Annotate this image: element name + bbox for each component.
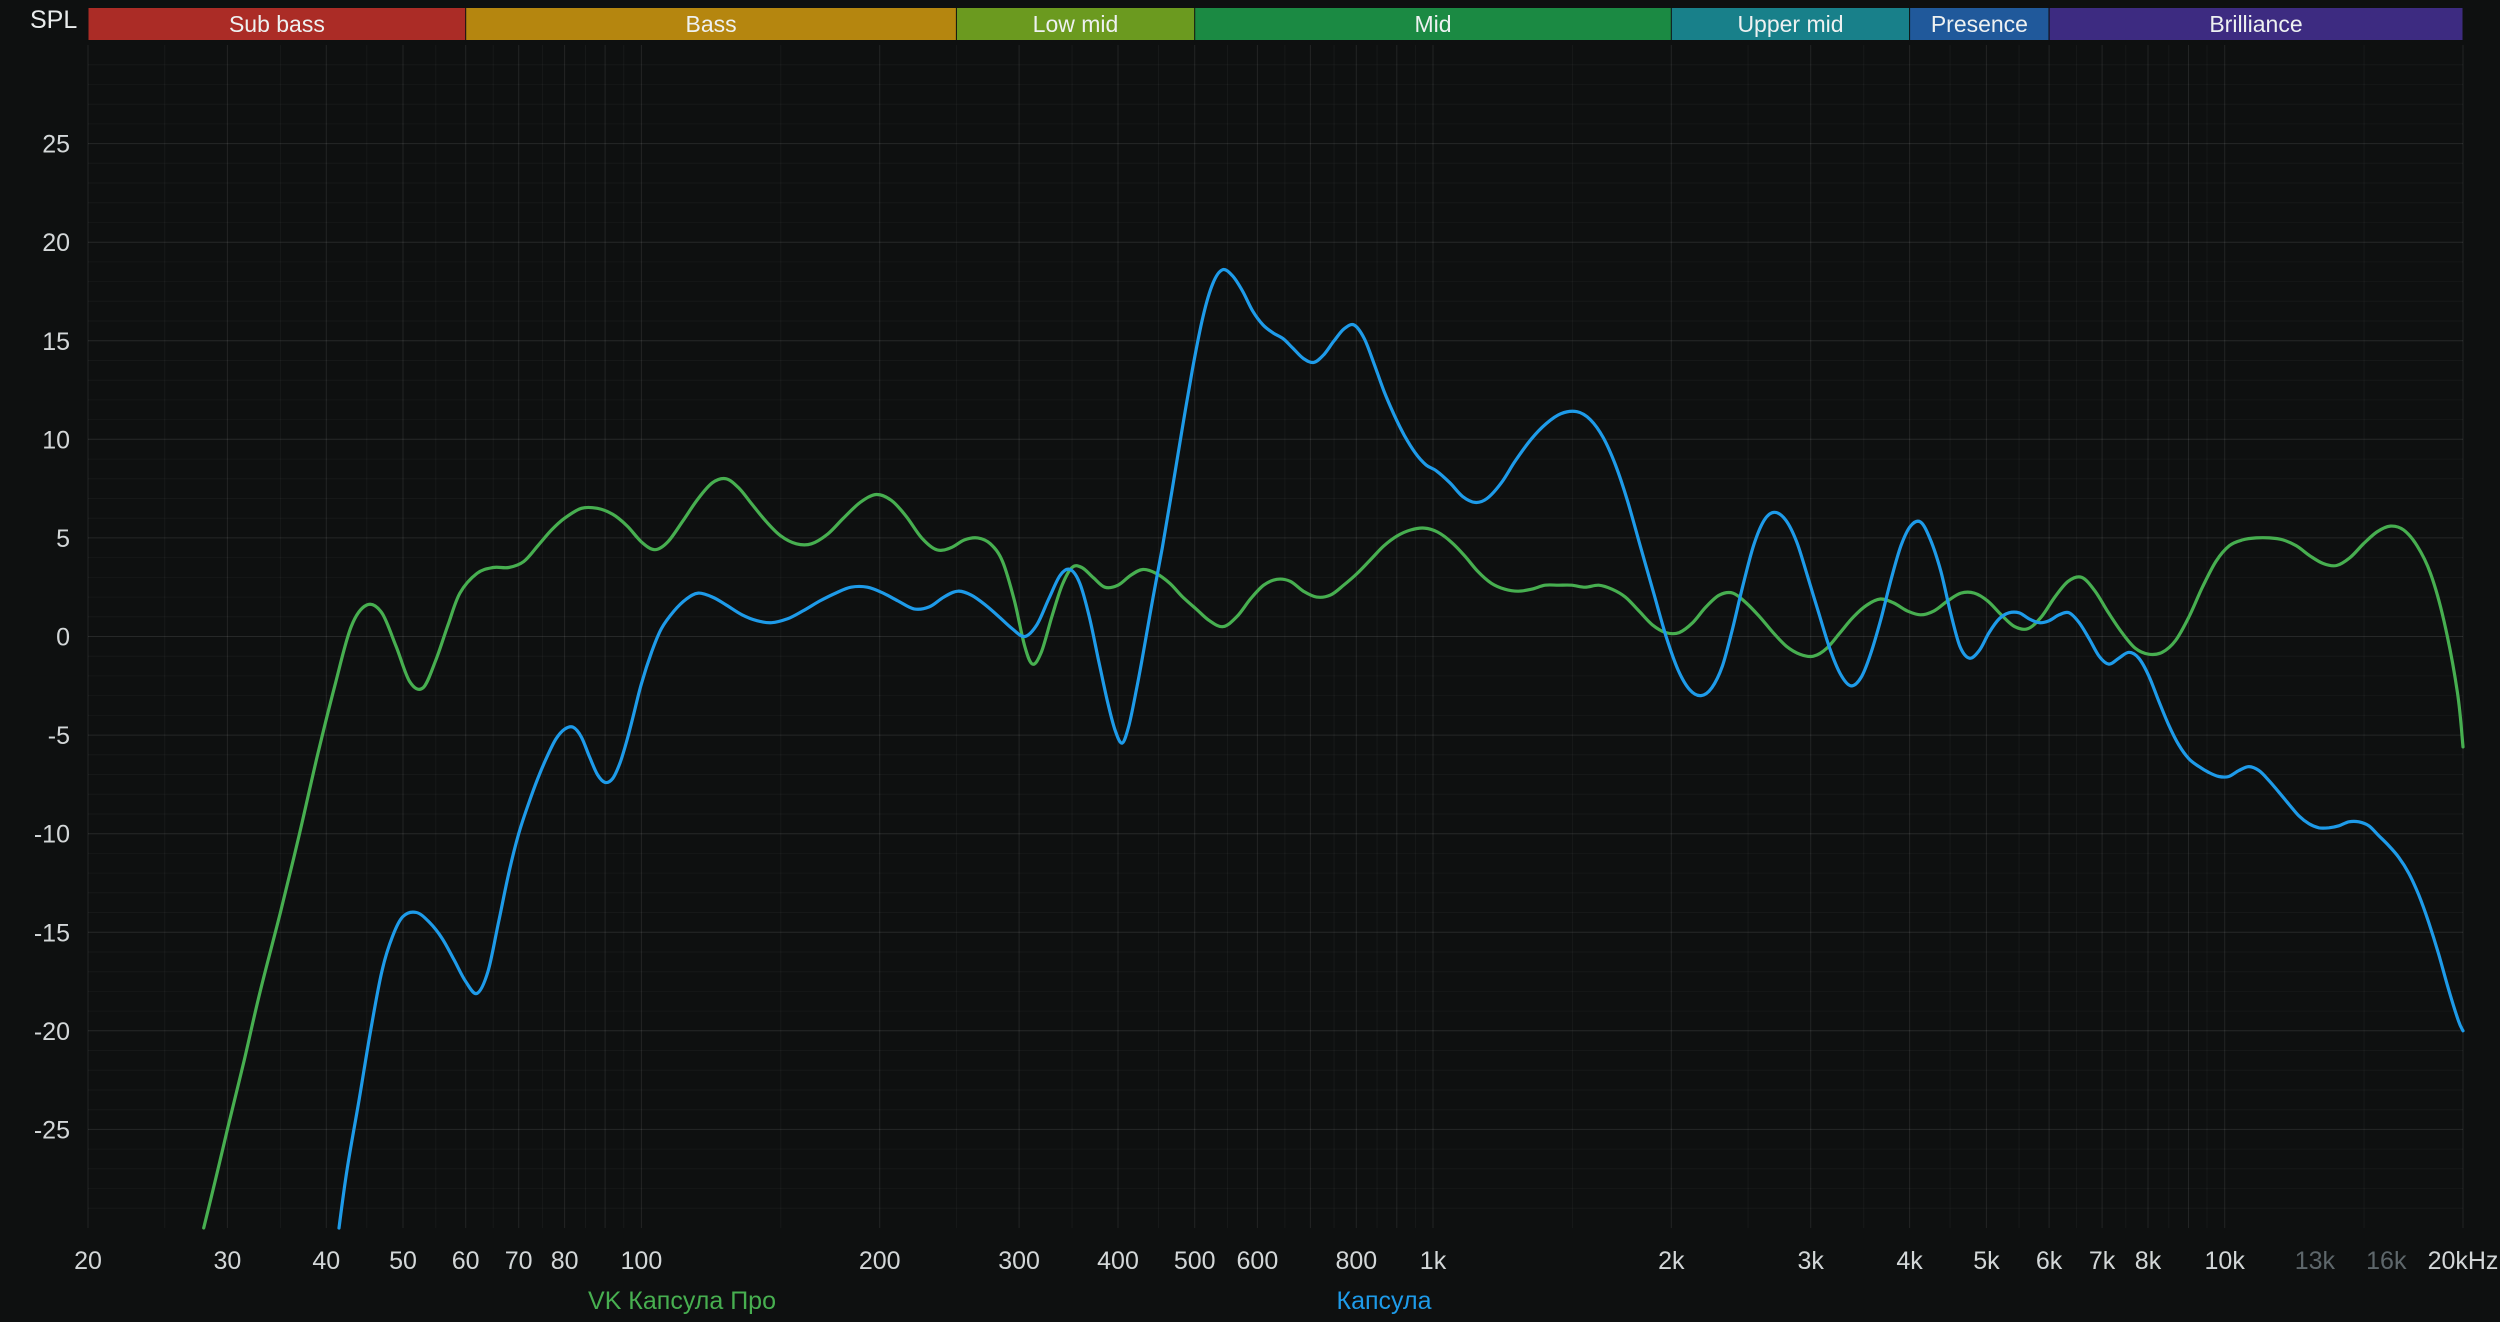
x-tick-label: 30: [213, 1247, 241, 1275]
y-axis-labels: 25 20 15 10 5 0 -5 -10 -15 -20 -25: [34, 131, 70, 1145]
y-tick-label: 25: [42, 131, 70, 159]
band-strip: Sub bass Bass Low mid Mid Upper mid Presence B…: [88, 8, 2463, 40]
x-tick-label: 50: [389, 1247, 417, 1275]
x-tick-label: 7k: [2089, 1247, 2116, 1275]
x-tick-label: 2k: [1658, 1247, 1685, 1275]
x-tick-label: 4k: [1896, 1247, 1923, 1275]
x-tick-label: 13k: [2295, 1247, 2336, 1275]
y-tick-label: 5: [56, 525, 70, 553]
x-tick-label: 600: [1237, 1247, 1279, 1275]
x-tick-label: 400: [1097, 1247, 1139, 1275]
x-tick-label: 16k: [2366, 1247, 2407, 1275]
legend-item-kapsula[interactable]: Капсула: [1337, 1289, 1432, 1314]
series-kapsula: [337, 267, 2465, 1230]
y-tick-label: -15: [34, 919, 70, 947]
band-label-sub-bass: Sub bass: [229, 11, 325, 37]
band-label-upper-mid: Upper mid: [1737, 11, 1843, 37]
band-label-mid: Mid: [1414, 11, 1451, 37]
y-tick-label: -20: [34, 1018, 70, 1046]
y-tick-label: 0: [56, 624, 70, 652]
x-tick-label: 200: [859, 1247, 901, 1275]
x-tick-label: 8k: [2135, 1247, 2162, 1275]
y-tick-label: 15: [42, 328, 70, 356]
y-tick-label: -5: [48, 722, 70, 750]
x-tick-label: 20kHz: [2428, 1247, 2499, 1275]
frequency-response-chart: Sub bass Bass Low mid Mid Upper mid Presence B…: [34, 8, 2498, 1275]
x-tick-label: 20: [74, 1247, 102, 1275]
x-tick-label: 100: [621, 1247, 663, 1275]
band-label-brilliance: Brilliance: [2209, 11, 2302, 37]
x-tick-label: 70: [505, 1247, 533, 1275]
band-label-presence: Presence: [1931, 11, 2028, 37]
x-tick-label: 3k: [1797, 1247, 1824, 1275]
y-tick-label: 10: [42, 426, 70, 454]
x-tick-label: 60: [452, 1247, 480, 1275]
x-tick-label: 500: [1174, 1247, 1216, 1275]
x-tick-label: 1k: [1420, 1247, 1447, 1275]
x-tick-label: 80: [551, 1247, 579, 1275]
y-tick-label: -25: [34, 1116, 70, 1144]
x-tick-label: 10k: [2205, 1247, 2246, 1275]
y-tick-label: -10: [34, 821, 70, 849]
band-label-bass: Bass: [686, 11, 737, 37]
band-label-low-mid: Low mid: [1033, 11, 1119, 37]
x-tick-label: 5k: [1973, 1247, 2000, 1275]
x-tick-label: 6k: [2036, 1247, 2063, 1275]
x-tick-label: 800: [1335, 1247, 1377, 1275]
chart-stage: SPL Sub bass Bass Low mid Mid Upper mid Prese…: [0, 0, 2500, 1322]
x-tick-label: 300: [998, 1247, 1040, 1275]
x-tick-label: 40: [312, 1247, 340, 1275]
x-axis-labels: 20 30 40 50 60 70 80 100 200 300 400 500 600 800 1k 2k 3…: [74, 1247, 2498, 1275]
legend-item-vk-kapsula-pro[interactable]: VK Капсула Про: [588, 1289, 776, 1314]
y-tick-label: 20: [42, 229, 70, 257]
